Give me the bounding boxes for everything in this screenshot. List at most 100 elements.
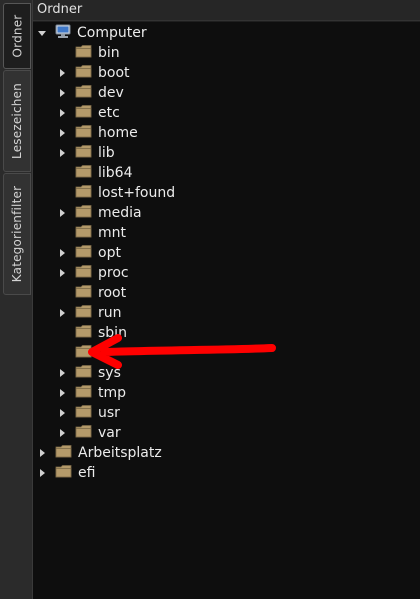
- folder-icon: [75, 404, 92, 422]
- tree-item-label: var: [98, 425, 121, 441]
- no-arrow-spacer: [57, 228, 67, 238]
- expand-arrow-icon[interactable]: [57, 368, 67, 378]
- tree-item-root[interactable]: root: [33, 283, 420, 303]
- tree-item-proc[interactable]: proc: [33, 263, 420, 283]
- expand-arrow-icon[interactable]: [57, 88, 67, 98]
- expand-arrow-icon[interactable]: [57, 248, 67, 258]
- tree-item-label: boot: [98, 65, 130, 81]
- tree-item-label: mnt: [98, 225, 126, 241]
- tree-item-label: opt: [98, 245, 121, 261]
- expand-arrow-icon[interactable]: [57, 268, 67, 278]
- expand-arrow-icon[interactable]: [57, 148, 67, 158]
- tree-item-lib64[interactable]: lib64: [33, 163, 420, 183]
- tree-item-lost-found[interactable]: lost+found: [33, 183, 420, 203]
- sidebar-tab-strip: Ordner Lesezeichen Kategorienfilter: [0, 0, 32, 599]
- tree-item-sys[interactable]: sys: [33, 363, 420, 383]
- tab-kategorienfilter[interactable]: Kategorienfilter: [3, 173, 31, 295]
- tree-item-label: proc: [98, 265, 129, 281]
- folder-icon: [75, 244, 92, 262]
- tree-item-home[interactable]: home: [33, 123, 420, 143]
- folder-tree: Computer bin boot dev etc home lib lib64 lost+f…: [33, 21, 420, 599]
- tree-item-efi[interactable]: efi: [33, 463, 420, 483]
- no-arrow-spacer: [57, 288, 67, 298]
- expand-arrow-icon[interactable]: [57, 308, 67, 318]
- tree-item-bin[interactable]: bin: [33, 43, 420, 63]
- tree-item-label: sbin: [98, 325, 127, 341]
- tree-item-tmp[interactable]: tmp: [33, 383, 420, 403]
- tab-lesezeichen-label: Lesezeichen: [10, 83, 24, 159]
- tree-item-label: lib64: [98, 165, 133, 181]
- tree-item-label: root: [98, 285, 127, 301]
- tree-item-unnamed[interactable]: [33, 343, 420, 363]
- tree-item-label: run: [98, 305, 122, 321]
- expand-arrow-icon[interactable]: [57, 68, 67, 78]
- tab-ordner[interactable]: Ordner: [3, 3, 31, 69]
- tree-item-label: lost+found: [98, 185, 176, 201]
- folder-icon: [75, 104, 92, 122]
- folder-icon: [75, 44, 92, 62]
- tab-kategorienfilter-label: Kategorienfilter: [10, 185, 24, 283]
- tab-lesezeichen[interactable]: Lesezeichen: [3, 70, 31, 172]
- tree-item-var[interactable]: var: [33, 423, 420, 443]
- expand-arrow-icon[interactable]: [37, 468, 47, 478]
- tree-item-label: Computer: [77, 25, 147, 41]
- tree-item-usr[interactable]: usr: [33, 403, 420, 423]
- no-arrow-spacer: [57, 328, 67, 338]
- tree-item-run[interactable]: run: [33, 303, 420, 323]
- folder-icon: [75, 304, 92, 322]
- folder-icon: [75, 124, 92, 142]
- folder-icon: [75, 284, 92, 302]
- panel-title: Ordner: [33, 0, 420, 21]
- tree-item-label: efi: [78, 465, 96, 481]
- folder-icon: [75, 184, 92, 202]
- tree-item-label: etc: [98, 105, 120, 121]
- tree-item-lib[interactable]: lib: [33, 143, 420, 163]
- folder-panel: Ordner Computer bin boot dev etc home lib lib6…: [32, 0, 420, 599]
- folder-icon: [75, 344, 92, 362]
- tree-item-label: home: [98, 125, 138, 141]
- folder-icon: [55, 464, 72, 482]
- computer-icon: [55, 24, 71, 42]
- expand-arrow-icon[interactable]: [57, 388, 67, 398]
- folder-icon: [75, 164, 92, 182]
- folder-icon: [75, 84, 92, 102]
- folder-icon: [75, 204, 92, 222]
- tree-item-computer[interactable]: Computer: [33, 23, 420, 43]
- folder-icon: [75, 144, 92, 162]
- tree-item-media[interactable]: media: [33, 203, 420, 223]
- tree-item-opt[interactable]: opt: [33, 243, 420, 263]
- collapse-arrow-icon[interactable]: [37, 28, 47, 38]
- tab-ordner-label: Ordner: [10, 14, 25, 58]
- tree-item-label: usr: [98, 405, 120, 421]
- expand-arrow-icon[interactable]: [57, 208, 67, 218]
- tree-item-mnt[interactable]: mnt: [33, 223, 420, 243]
- folder-icon: [75, 364, 92, 382]
- tree-item-label: tmp: [98, 385, 127, 401]
- folder-icon: [75, 64, 92, 82]
- expand-arrow-icon[interactable]: [37, 448, 47, 458]
- folder-icon: [75, 384, 92, 402]
- tree-item-arbeitsplatz[interactable]: Arbeitsplatz: [33, 443, 420, 463]
- no-arrow-spacer: [57, 48, 67, 58]
- tree-item-label: Arbeitsplatz: [78, 445, 162, 461]
- expand-arrow-icon[interactable]: [57, 428, 67, 438]
- expand-arrow-icon[interactable]: [57, 128, 67, 138]
- folder-icon: [75, 324, 92, 342]
- tree-item-label: lib: [98, 145, 115, 161]
- no-arrow-spacer: [57, 168, 67, 178]
- folder-icon: [75, 424, 92, 442]
- expand-arrow-icon[interactable]: [57, 408, 67, 418]
- folder-icon: [75, 264, 92, 282]
- tree-item-label: bin: [98, 45, 120, 61]
- no-arrow-spacer: [57, 188, 67, 198]
- folder-icon: [55, 444, 72, 462]
- tree-item-etc[interactable]: etc: [33, 103, 420, 123]
- expand-arrow-icon[interactable]: [57, 108, 67, 118]
- tree-item-label: sys: [98, 365, 121, 381]
- tree-item-dev[interactable]: dev: [33, 83, 420, 103]
- tree-item-sbin[interactable]: sbin: [33, 323, 420, 343]
- folder-icon: [75, 224, 92, 242]
- tree-item-boot[interactable]: boot: [33, 63, 420, 83]
- no-arrow-spacer: [57, 348, 67, 358]
- tree-item-label: dev: [98, 85, 124, 101]
